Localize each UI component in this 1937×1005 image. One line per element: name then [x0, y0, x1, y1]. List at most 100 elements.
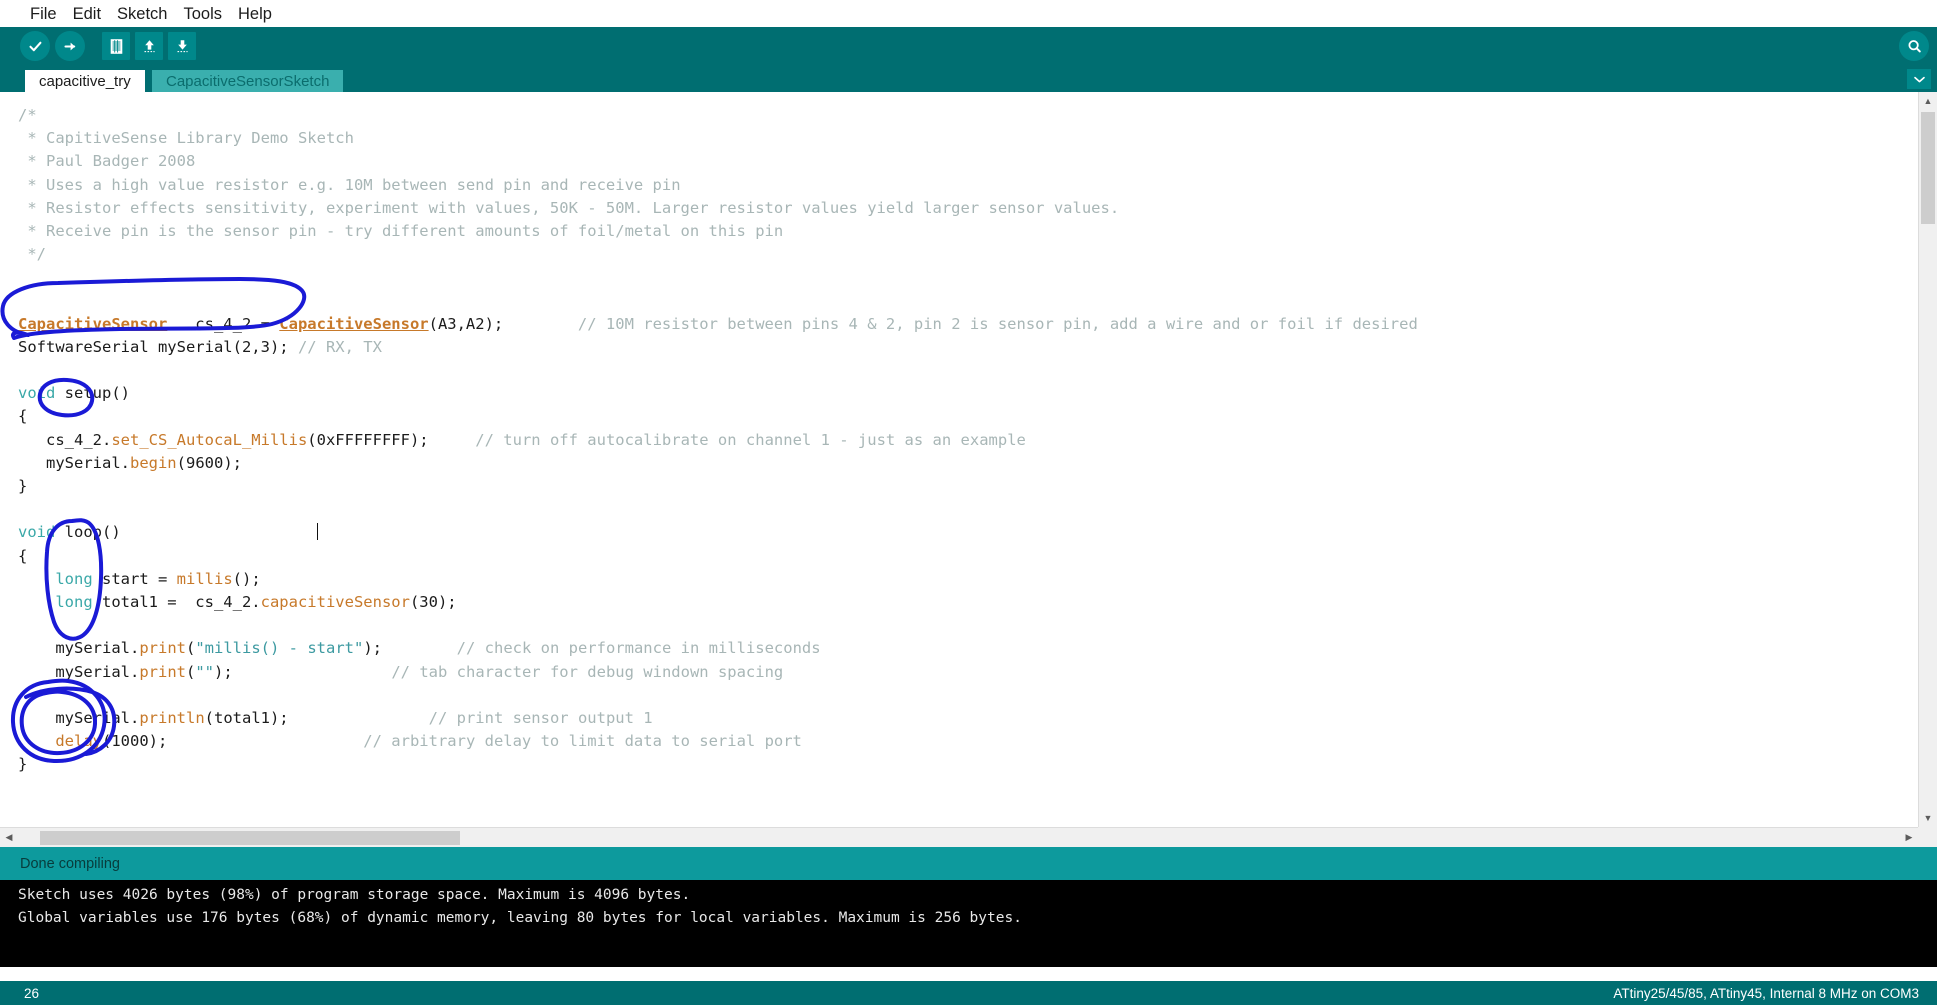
code-line: { — [18, 545, 1905, 568]
code-line: SoftwareSerial mySerial(2,3); // RX, TX — [18, 336, 1905, 359]
code-token: { — [18, 546, 28, 565]
code-token: */ — [18, 245, 46, 264]
new-file-icon — [110, 38, 122, 54]
code-token: void — [18, 523, 56, 542]
code-token: * Uses a high value resistor e.g. 10M be… — [18, 175, 681, 194]
save-sketch-button[interactable] — [168, 32, 196, 60]
upload-button[interactable] — [55, 31, 85, 61]
scroll-down-arrow-icon[interactable]: ▼ — [1919, 809, 1937, 827]
open-sketch-button[interactable] — [135, 32, 163, 60]
verify-button[interactable] — [20, 31, 50, 61]
console-output[interactable]: Sketch uses 4026 bytes (98%) of program … — [0, 880, 1937, 967]
code-token: { — [18, 407, 28, 426]
code-line: */ — [18, 243, 1905, 266]
tab-capacitive-try[interactable]: capacitive_try — [25, 70, 145, 92]
code-token: // RX, TX — [297, 337, 382, 356]
code-line: * Uses a high value resistor e.g. 10M be… — [18, 174, 1905, 197]
code-line: * Receive pin is the sensor pin - try di… — [18, 220, 1905, 243]
code-token: ( — [186, 639, 196, 658]
scrollbar-corner — [1918, 827, 1937, 847]
code-token: * Paul Badger 2008 — [18, 152, 196, 171]
scroll-right-arrow-icon[interactable]: ▶ — [1900, 828, 1918, 847]
code-line: void setup() — [18, 382, 1905, 405]
code-token: begin — [129, 453, 177, 472]
code-line: long start = millis(); — [18, 568, 1905, 591]
code-token: mySerial. — [18, 639, 140, 658]
code-line: mySerial.begin(9600); — [18, 452, 1905, 475]
code-token: cs_4_2. — [18, 430, 112, 449]
toolbar — [0, 27, 1937, 65]
code-line: mySerial.print(""); // tab character for… — [18, 661, 1905, 684]
code-token: loop() — [55, 523, 121, 542]
code-token: cs_4_2 = — [167, 314, 280, 333]
board-info-label: ATtiny25/45/85, ATtiny45, Internal 8 MHz… — [1613, 985, 1919, 1001]
code-token: // 10M resistor between pins 4 & 2, pin … — [577, 314, 1418, 333]
editor-horizontal-scrollbar[interactable]: ◀ ▶ — [0, 827, 1918, 847]
code-token: (0xFFFFFFFF); — [307, 430, 429, 449]
menu-item-file[interactable]: File — [22, 2, 65, 26]
serial-monitor-button[interactable] — [1899, 31, 1929, 61]
status-message-text: Done compiling — [20, 855, 120, 872]
menu-item-tools[interactable]: Tools — [175, 2, 230, 26]
code-token: total1 = cs_4_2. — [92, 592, 261, 611]
code-line: /* — [18, 104, 1905, 127]
code-token: ); — [214, 662, 233, 681]
code-line: cs_4_2.set_CS_AutocaL_Millis(0xFFFFFFFF)… — [18, 429, 1905, 452]
menu-item-edit[interactable]: Edit — [65, 2, 109, 26]
code-token: start = — [92, 569, 177, 588]
code-line: } — [18, 753, 1905, 776]
code-token: SoftwareSerial mySerial(2,3); — [18, 337, 298, 356]
code-token: CapacitiveSensor — [18, 314, 168, 333]
code-token: (1000); — [102, 732, 168, 751]
code-token: mySerial. — [18, 662, 140, 681]
magnifier-icon — [1908, 39, 1921, 52]
scroll-left-arrow-icon[interactable]: ◀ — [0, 828, 18, 847]
code-line: { — [18, 405, 1905, 428]
code-line: } — [18, 475, 1905, 498]
code-token: long — [55, 569, 93, 588]
code-line: delay(1000); // arbitrary delay to limit… — [18, 730, 1905, 753]
code-token: (30); — [409, 592, 457, 611]
code-text[interactable]: /* * CapitiveSense Library Demo Sketch *… — [0, 92, 1905, 776]
console-line: Global variables use 176 bytes (68%) of … — [18, 910, 1022, 926]
tab-menu-button[interactable] — [1907, 69, 1931, 89]
code-token: print — [139, 662, 186, 681]
arrow-up-icon — [144, 39, 155, 52]
menu-item-help[interactable]: Help — [230, 2, 280, 26]
editor-vertical-scroll-thumb[interactable] — [1921, 112, 1935, 224]
check-icon — [28, 41, 41, 51]
chevron-down-icon — [1913, 76, 1925, 82]
code-token: print — [139, 639, 186, 658]
menu-bar: File Edit Sketch Tools Help — [0, 0, 1937, 27]
code-editor[interactable]: /* * CapitiveSense Library Demo Sketch *… — [0, 92, 1937, 827]
code-token: CapacitiveSensor — [279, 314, 429, 333]
code-token: setup() — [55, 384, 130, 403]
code-token: * Receive pin is the sensor pin - try di… — [18, 221, 784, 240]
scroll-up-arrow-icon[interactable]: ▲ — [1919, 92, 1937, 110]
code-line: long total1 = cs_4_2.capacitiveSensor(30… — [18, 591, 1905, 614]
code-token: // tab character for debug windown spaci… — [391, 662, 784, 681]
editor-vertical-scrollbar[interactable]: ▲ ▼ — [1918, 92, 1937, 827]
menu-item-sketch[interactable]: Sketch — [109, 2, 175, 26]
new-sketch-button[interactable] — [102, 32, 130, 60]
code-token: (A3,A2); — [428, 314, 504, 333]
code-token: millis — [176, 569, 233, 588]
arrow-down-icon — [177, 39, 188, 52]
code-token: * Resistor effects sensitivity, experime… — [18, 198, 1120, 217]
tab-capacitivesensorsketch[interactable]: CapacitiveSensorSketch — [152, 70, 344, 92]
status-bar: 26 ATtiny25/45/85, ATtiny45, Internal 8 … — [0, 981, 1937, 1005]
compile-status-message: Done compiling — [0, 847, 1937, 880]
code-line: * Resistor effects sensitivity, experime… — [18, 197, 1905, 220]
code-token: // print sensor output 1 — [428, 708, 653, 727]
editor-horizontal-scroll-thumb[interactable] — [40, 831, 460, 845]
